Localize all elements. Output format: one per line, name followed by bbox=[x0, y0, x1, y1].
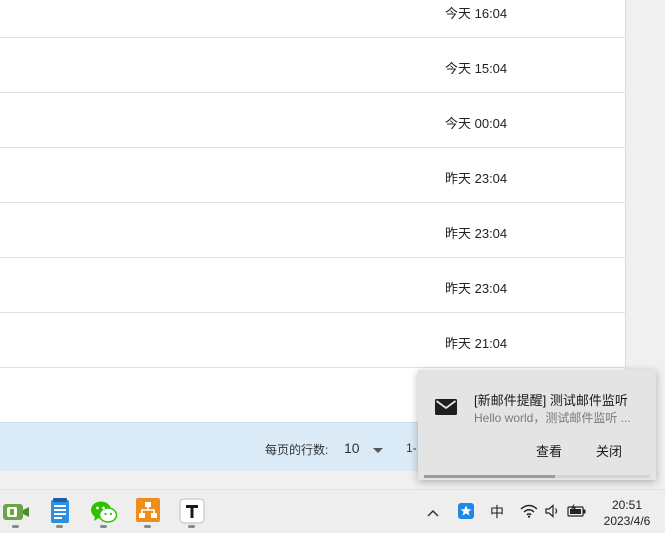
mail-row[interactable]: 今天 00:04 bbox=[0, 93, 626, 148]
taskbar-app-network[interactable] bbox=[132, 496, 164, 530]
input-method-label: 中 bbox=[490, 504, 504, 520]
running-indicator bbox=[100, 525, 107, 528]
system-clock[interactable]: 20:51 2023/4/6 bbox=[594, 497, 660, 529]
speaker-icon bbox=[544, 503, 560, 521]
mail-row[interactable]: 今天 16:04 bbox=[0, 0, 626, 38]
mail-row[interactable]: 今天 15:04 bbox=[0, 38, 626, 93]
mail-row[interactable]: 昨天 23:04 bbox=[0, 148, 626, 203]
mail-notification-toast[interactable]: [新邮件提醒] 测试邮件监听 Hello world，测试邮件监听 ... 查看… bbox=[418, 370, 656, 480]
rows-per-page-value: 10 bbox=[344, 440, 360, 456]
mail-time: 昨天 23:04 bbox=[445, 171, 508, 186]
mail-time: 今天 16:04 bbox=[445, 6, 508, 21]
tray-app-button[interactable] bbox=[455, 500, 477, 524]
notification-timer-bar bbox=[424, 475, 556, 478]
mail-row[interactable]: 昨天 23:04 bbox=[0, 258, 626, 313]
dropdown-arrow-icon bbox=[373, 448, 383, 453]
clock-time: 20:51 bbox=[611, 498, 643, 512]
page-range-text: 1- bbox=[406, 441, 417, 455]
volume-button[interactable] bbox=[542, 500, 562, 524]
notification-body: Hello world，测试邮件监听 ... bbox=[474, 411, 631, 425]
notification-timer-track bbox=[424, 475, 650, 478]
rows-per-page-label: 每页的行数: bbox=[265, 443, 329, 457]
notification-title: [新邮件提醒] 测试邮件监听 bbox=[474, 393, 628, 408]
taskbar: 中 20:51 2023/4/6 bbox=[0, 489, 665, 533]
mail-row[interactable]: 昨天 21:04 bbox=[0, 313, 626, 368]
input-method-indicator[interactable]: 中 bbox=[486, 500, 508, 524]
taskbar-app-wechat[interactable] bbox=[88, 496, 120, 530]
clock-date: 2023/4/6 bbox=[603, 514, 651, 528]
rows-per-page-select[interactable]: 10 bbox=[340, 433, 388, 463]
mail-time: 昨天 23:04 bbox=[445, 281, 508, 296]
mail-time: 昨天 21:04 bbox=[445, 336, 508, 351]
mail-time: 昨天 23:04 bbox=[445, 226, 508, 241]
battery-charging-icon bbox=[567, 503, 587, 521]
close-button[interactable]: 关闭 bbox=[586, 440, 632, 464]
taskbar-app-evernote[interactable] bbox=[0, 496, 32, 530]
mail-row[interactable]: 昨天 23:04 bbox=[0, 203, 626, 258]
orange-network-icon bbox=[136, 498, 160, 527]
running-indicator bbox=[144, 525, 151, 528]
battery-button[interactable] bbox=[566, 500, 588, 524]
mail-time: 今天 00:04 bbox=[445, 116, 508, 131]
view-button[interactable]: 查看 bbox=[526, 440, 572, 464]
green-app-icon bbox=[2, 502, 30, 527]
running-indicator bbox=[56, 525, 63, 528]
network-button[interactable] bbox=[518, 500, 540, 524]
show-hidden-icons-button[interactable] bbox=[423, 500, 443, 524]
running-indicator bbox=[12, 525, 19, 528]
taskbar-app-notepad[interactable] bbox=[44, 496, 76, 530]
mail-icon bbox=[435, 399, 457, 420]
taskbar-app-typora[interactable] bbox=[176, 496, 208, 530]
wifi-icon bbox=[520, 504, 538, 521]
star-app-icon bbox=[457, 502, 475, 523]
chevron-up-icon bbox=[427, 504, 439, 520]
mail-time: 今天 15:04 bbox=[445, 61, 508, 76]
running-indicator bbox=[188, 525, 195, 528]
